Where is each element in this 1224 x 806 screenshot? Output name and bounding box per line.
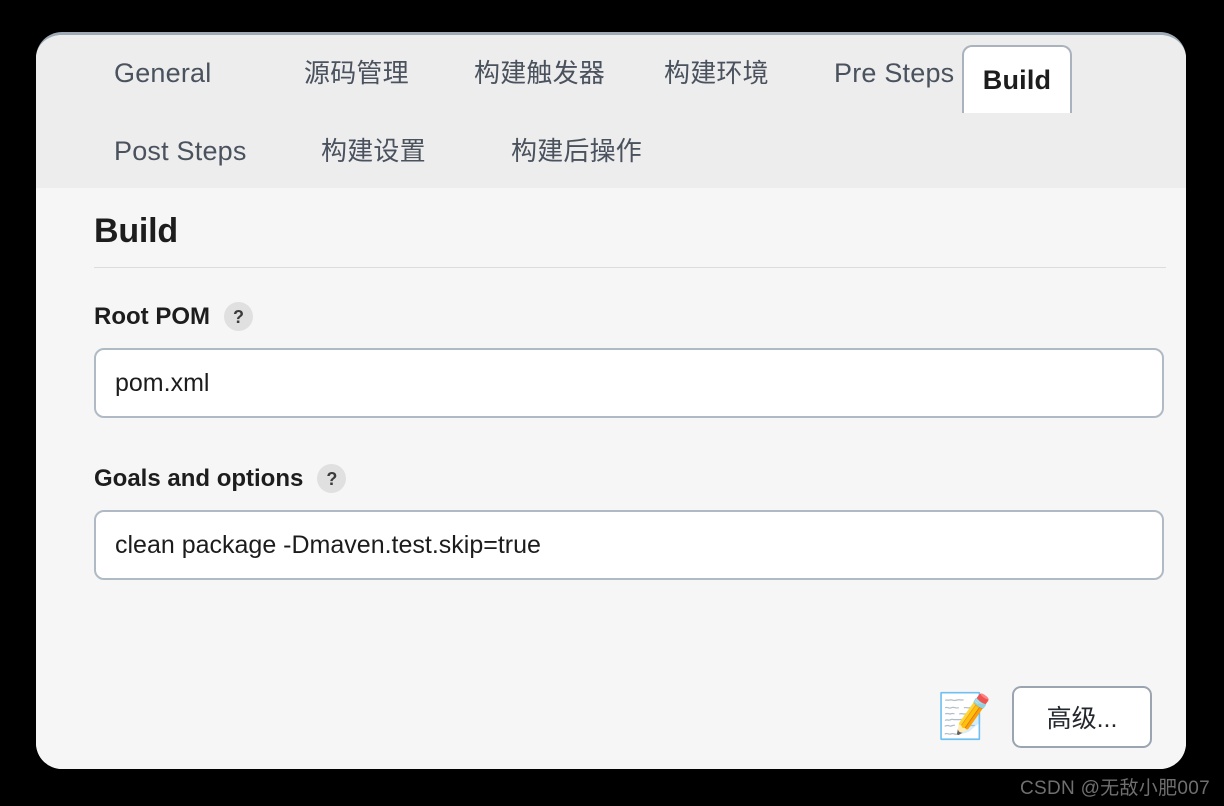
- panel-body: Build Root POM ? Goals and options ? 📝 高…: [36, 188, 1186, 769]
- root-pom-input[interactable]: [94, 348, 1164, 418]
- goals-and-options-input[interactable]: [94, 510, 1164, 580]
- configuration-panel: General 源码管理 构建触发器 构建环境 Pre Steps Build …: [36, 32, 1186, 769]
- help-icon[interactable]: ?: [223, 302, 253, 331]
- title-divider: [94, 267, 1166, 268]
- tab-post-build-actions[interactable]: 构建后操作: [511, 138, 711, 164]
- field-label-root-pom: Root POM ?: [94, 302, 1164, 331]
- help-icon[interactable]: ?: [317, 464, 347, 493]
- tab-bar: General 源码管理 构建触发器 构建环境 Pre Steps Build …: [36, 35, 1186, 188]
- tab-source-code-management[interactable]: 源码管理: [304, 60, 474, 86]
- watermark: CSDN @无敌小肥007: [1019, 778, 1210, 799]
- goals-options-label-text: Goals and options: [94, 464, 304, 492]
- footer-actions: 📝 高级...: [937, 686, 1152, 748]
- tab-build-active[interactable]: Build: [962, 45, 1072, 113]
- tab-build-triggers[interactable]: 构建触发器: [474, 60, 664, 86]
- tab-post-steps[interactable]: Post Steps: [114, 137, 321, 165]
- screen-root: General 源码管理 构建触发器 构建环境 Pre Steps Build …: [0, 0, 1224, 806]
- page-title: Build: [94, 212, 178, 250]
- tab-build-label: Build: [982, 64, 1052, 95]
- tab-row-secondary: Post Steps 构建设置 构建后操作: [36, 113, 1186, 189]
- tab-build-environment[interactable]: 构建环境: [664, 60, 834, 86]
- field-label-goals-and-options: Goals and options ?: [94, 464, 1164, 493]
- advanced-button[interactable]: 高级...: [1012, 686, 1152, 748]
- tab-build-settings[interactable]: 构建设置: [321, 138, 511, 164]
- tab-general[interactable]: General: [114, 59, 304, 87]
- memo-icon[interactable]: 📝: [937, 695, 992, 739]
- root-pom-label-text: Root POM: [94, 302, 210, 330]
